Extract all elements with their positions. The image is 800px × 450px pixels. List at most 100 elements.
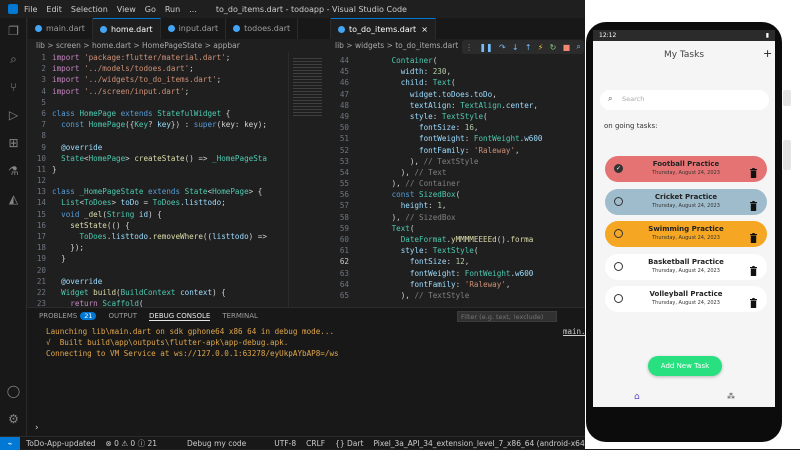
code-line[interactable]: 47 widget.toDoes.toDo, [331,89,585,100]
code-line[interactable]: 22 Widget build(BuildContext context) { [28,287,288,298]
git-branch[interactable]: ToDo-App-updated [26,439,96,448]
task-card[interactable]: Basketball Practice Thursday, August 24, … [605,253,767,280]
devtools-icon[interactable]: ⌕ [576,42,580,52]
code-line[interactable]: 19 } [28,253,288,264]
menu-file[interactable]: File [24,5,37,14]
tab-main-dart[interactable]: main.dart [28,18,93,39]
code-line[interactable]: 61 style: TextStyle( [331,245,585,256]
code-line[interactable]: 58 ), // SizedBox [331,212,585,223]
add-icon[interactable]: + [763,47,772,60]
flutter-icon[interactable]: ◭ [6,192,21,207]
tab-home-dart[interactable]: home.dart [92,18,161,39]
search-field[interactable]: ⌕ Search [600,90,769,110]
code-line[interactable]: 7 const HomePage({Key? key}) : super(key… [28,119,288,130]
code-line[interactable]: 65 ), // TextStyle [331,290,585,301]
left-breadcrumb[interactable]: lib > screen > home.dart > HomePageState… [36,39,326,52]
code-line[interactable]: 20 [28,265,288,276]
menu-edit[interactable]: Edit [46,5,62,14]
console-prompt-chevron-icon[interactable]: › [35,423,39,433]
hot-reload-icon[interactable]: ⚡ [538,43,544,52]
code-line[interactable]: 9 @override [28,142,288,153]
close-icon[interactable]: × [421,25,428,34]
delete-icon[interactable] [750,163,757,178]
code-line[interactable]: 1 import 'package:flutter/material.dart'; [28,52,288,63]
menu-more[interactable]: ... [189,5,197,14]
source-link[interactable]: main. [563,327,586,336]
settings-gear-icon[interactable]: ⚙ [6,412,21,427]
volume-button[interactable] [783,140,791,170]
code-line[interactable]: 3 import '../widgets/to_do_items.dart'; [28,74,288,85]
tab-to-do-items-dart[interactable]: to_do_items.dart × [331,18,436,39]
code-line[interactable]: 13 class _HomePageState extends State<Hom… [28,186,288,197]
right-code-editor[interactable]: 44 Container(45 width: 230, 46 child: Tex… [331,55,585,307]
code-line[interactable]: 15 void _del(String id) { [28,209,288,220]
code-line[interactable]: 4 import '../screen/input.dart'; [28,86,288,97]
pause-icon[interactable]: ❚❚ [479,43,492,52]
code-line[interactable]: 49 style: TextStyle( [331,111,585,122]
home-icon[interactable]: ⌂ [634,392,644,402]
code-line[interactable]: 8 [28,130,288,141]
tab-problems[interactable]: PROBLEMS 21 [39,312,97,320]
left-minimap[interactable] [288,52,326,307]
code-line[interactable]: 2 import '../models/todoes.dart'; [28,63,288,74]
code-line[interactable]: 55 ), // Container [331,178,585,189]
right-breadcrumb[interactable]: lib > widgets > to_do_items.dart [335,39,460,52]
step-over-icon[interactable]: ↷ [499,43,506,52]
code-line[interactable]: 60 DateFormat.yMMMMEEEEd().forma [331,234,585,245]
line-ending[interactable]: CRLF [306,439,325,448]
code-line[interactable]: 45 width: 230, [331,66,585,77]
encoding[interactable]: UTF-8 [274,439,296,448]
source-control-icon[interactable]: ⑂ [6,80,21,95]
delete-icon[interactable] [750,228,757,243]
code-line[interactable]: 6 class HomePage extends StatefulWidget { [28,108,288,119]
menu-selection[interactable]: Selection [71,5,108,14]
code-line[interactable]: 46 child: Text( [331,77,585,88]
code-line[interactable]: 54 ), // Text [331,167,585,178]
code-line[interactable]: 63 fontWeight: FontWeight.w600 [331,268,585,279]
account-icon[interactable]: ◯ [6,384,21,399]
code-line[interactable]: 18 }); [28,242,288,253]
code-line[interactable]: 5 [28,97,288,108]
task-card[interactable]: ✓ Football Practice Thursday, August 24, 2… [605,156,767,182]
search-icon[interactable]: ⌕ [6,52,21,67]
code-line[interactable]: 16 setState(() { [28,220,288,231]
code-line[interactable]: 12 [28,175,288,186]
menu-go[interactable]: Go [145,5,156,14]
language-mode[interactable]: {} Dart [335,439,363,448]
tab-output[interactable]: OUTPUT [108,312,137,320]
code-line[interactable]: 57 height: 1, [331,200,585,211]
code-line[interactable]: 44 Container( [331,55,585,66]
console-filter-input[interactable] [457,311,557,322]
delete-icon[interactable] [750,293,757,308]
testing-icon[interactable]: ⚗ [6,164,21,179]
step-into-icon[interactable]: ↓ [512,43,519,52]
code-line[interactable]: 52 fontFamily: 'Raleway', [331,145,585,156]
delete-icon[interactable] [750,196,757,211]
power-button[interactable] [783,90,791,106]
tab-debug-console[interactable]: DEBUG CONSOLE [149,312,211,321]
run-debug-icon[interactable]: ▷ [6,108,21,123]
stop-icon[interactable]: ■ [563,43,571,52]
step-out-icon[interactable]: ↑ [525,43,532,52]
code-line[interactable]: 50 fontSize: 16, [331,122,585,133]
tab-input-dart[interactable]: input.dart [161,18,227,39]
task-card[interactable]: Swimming Practice Thursday, August 24, 20… [605,221,767,247]
menu-run[interactable]: Run [165,5,180,14]
restart-icon[interactable]: ↻ [550,43,557,52]
code-line[interactable]: 14 List<ToDoes> toDo = ToDoes.listtodo; [28,197,288,208]
code-line[interactable]: 51 fontWeight: FontWeight.w600 [331,133,585,144]
tab-todoes-dart[interactable]: todoes.dart [226,18,299,39]
drag-handle-icon[interactable]: ⋮ [465,43,473,52]
code-line[interactable]: 23 return Scaffold( [28,298,288,307]
problems-summary[interactable]: ⊗ 0 ⚠ 0 ⓘ 21 [106,438,158,449]
code-line[interactable]: 48 textAlign: TextAlign.center, [331,100,585,111]
left-code-editor[interactable]: 1 import 'package:flutter/material.dart';… [28,52,288,307]
categories-icon[interactable]: ⁂ [727,392,737,402]
add-new-task-button[interactable]: Add New Task [648,356,722,376]
task-card[interactable]: Cricket Practice Thursday, August 24, 202… [605,188,767,215]
code-line[interactable]: 64 fontFamily: 'Raleway', [331,279,585,290]
code-line[interactable]: 56 const SizedBox( [331,189,585,200]
menu-view[interactable]: View [117,5,136,14]
code-line[interactable]: 53 ), // TextStyle [331,156,585,167]
remote-icon[interactable]: ⌁ [0,436,20,450]
